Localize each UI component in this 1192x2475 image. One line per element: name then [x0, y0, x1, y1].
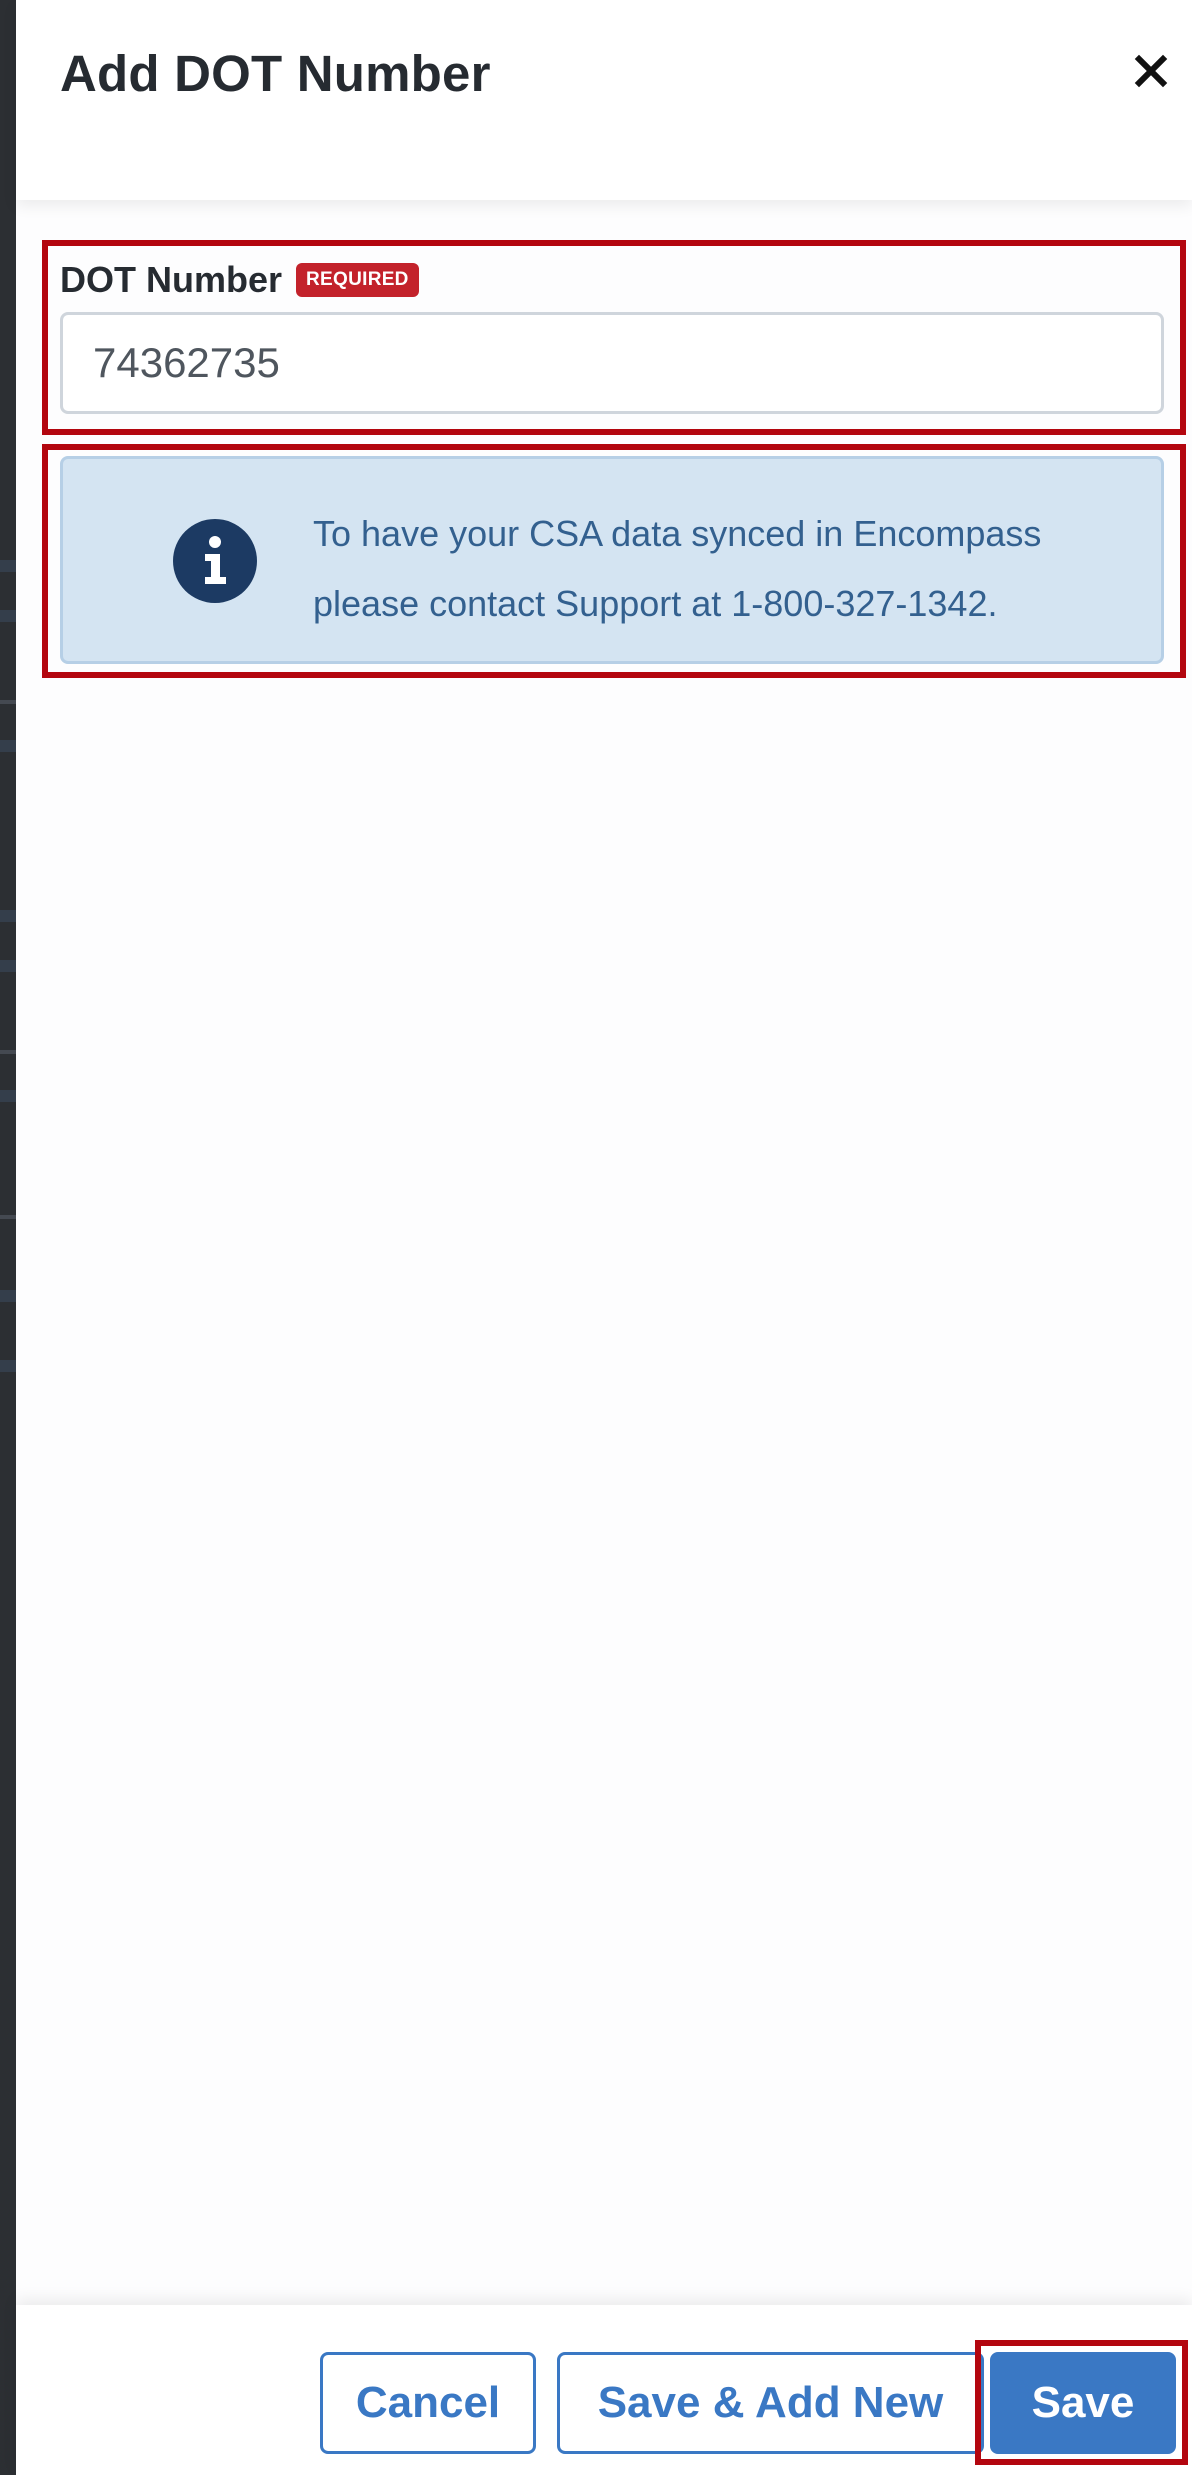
- background-divider: [0, 1050, 16, 1054]
- dot-number-label: DOT Number: [60, 259, 283, 300]
- drawer-header: Add DOT Number: [16, 0, 1192, 200]
- close-icon: [1134, 54, 1168, 88]
- close-button[interactable]: [1126, 46, 1176, 96]
- page-backdrop: [0, 0, 16, 2475]
- info-banner: To have your CSA data synced in Encompas…: [60, 456, 1164, 664]
- info-message-line-2: please contact Support at 1-800-327-1342…: [313, 583, 998, 624]
- background-text: [0, 740, 16, 752]
- save-and-add-new-button[interactable]: Save & Add New: [557, 2352, 984, 2454]
- info-message-line-1: To have your CSA data synced in Encompas…: [313, 513, 1042, 554]
- background-divider: [0, 1215, 16, 1219]
- dot-number-label-row: DOT Number REQUIRED: [60, 255, 419, 305]
- drawer-title: Add DOT Number: [60, 45, 491, 102]
- background-text: [0, 960, 16, 972]
- add-dot-number-drawer: Add DOT Number DOT Number REQUIRED To ha…: [16, 0, 1192, 2475]
- background-text: [0, 1290, 16, 1302]
- cancel-button[interactable]: Cancel: [320, 2352, 536, 2454]
- info-circle-icon: [173, 519, 257, 603]
- info-message: To have your CSA data synced in Encompas…: [313, 499, 1143, 639]
- dot-number-input[interactable]: [60, 312, 1164, 414]
- save-button[interactable]: Save: [990, 2352, 1176, 2454]
- background-text: [0, 1090, 16, 1102]
- required-badge: REQUIRED: [296, 263, 419, 297]
- background-divider: [0, 700, 16, 704]
- background-text: [0, 610, 16, 622]
- background-text: [0, 560, 16, 572]
- background-text: [0, 1360, 16, 1372]
- background-text: [0, 910, 16, 922]
